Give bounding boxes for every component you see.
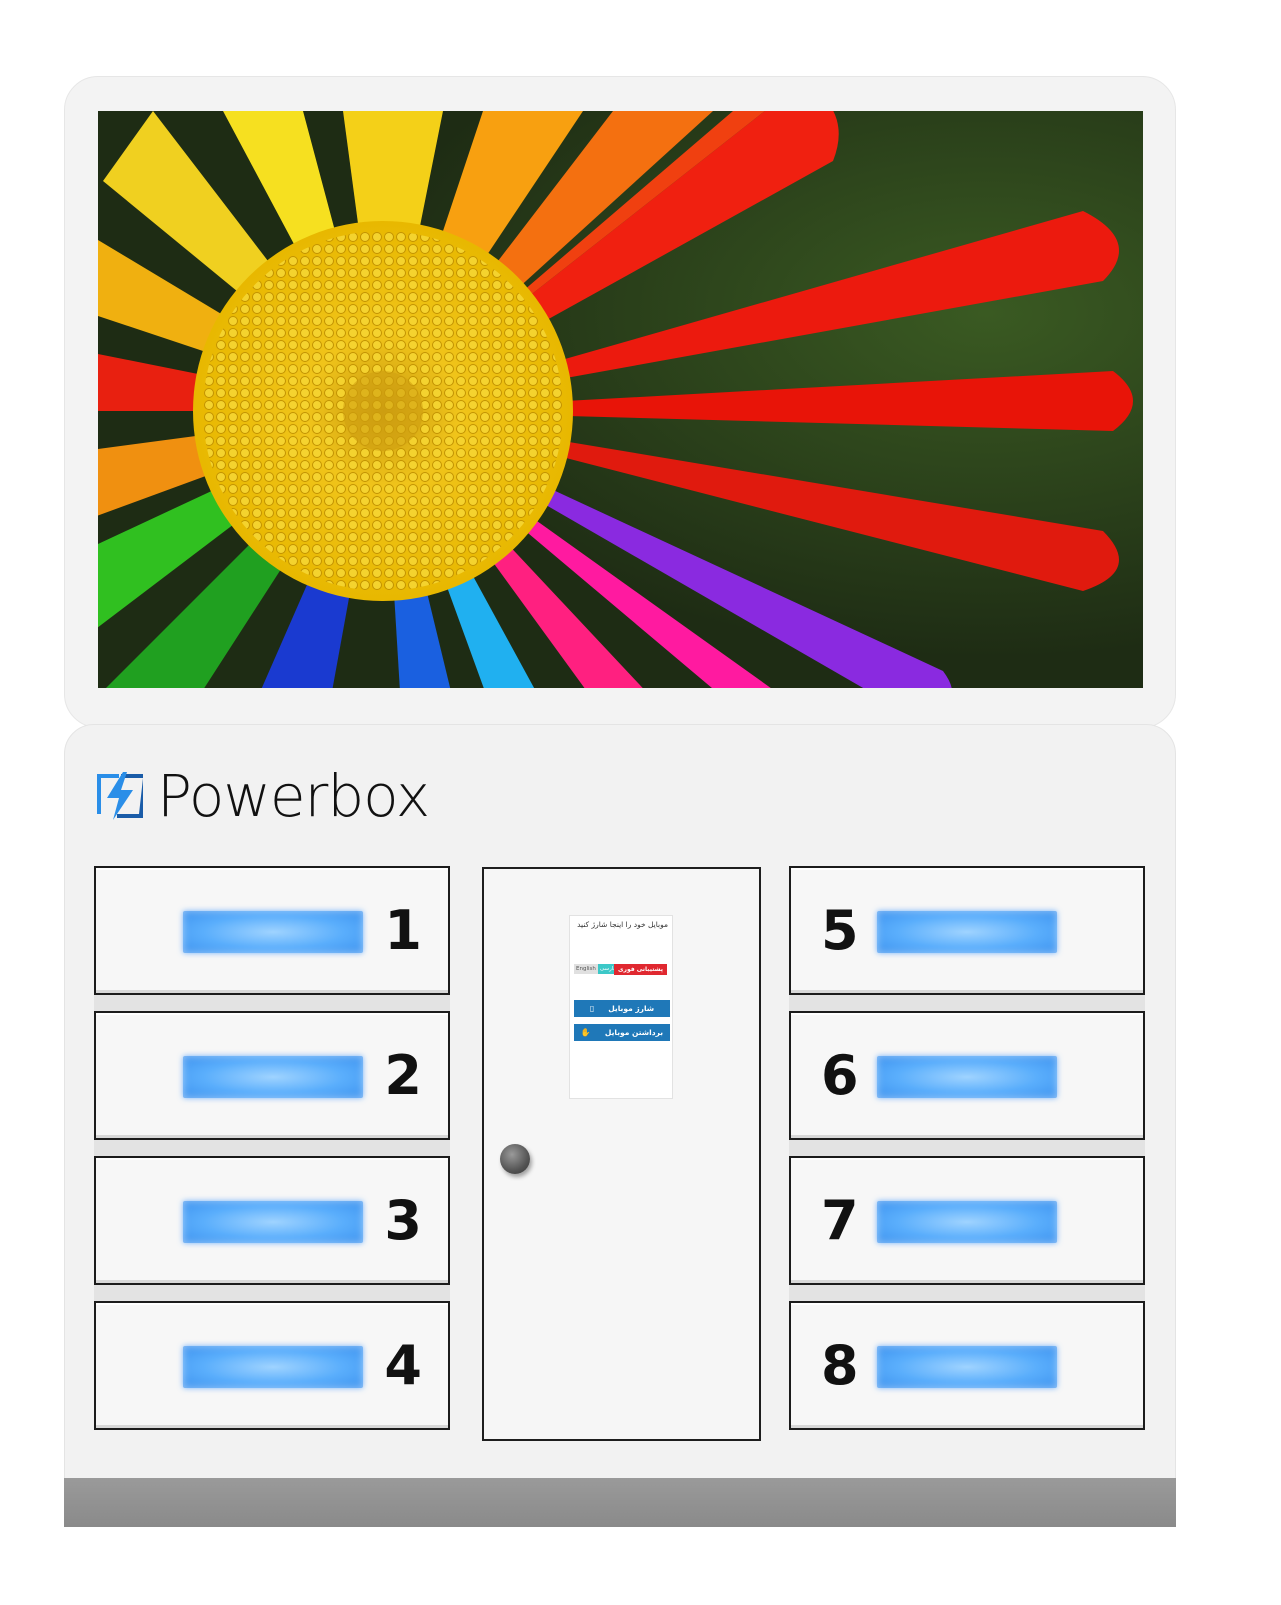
- locker-number: 5: [821, 899, 859, 962]
- center-door: موبایل خود را اینجا شارژ کنید English فا…: [482, 867, 761, 1441]
- locker-number: 3: [384, 1189, 422, 1252]
- language-switch: English فارسی: [574, 964, 619, 974]
- locker-4[interactable]: 4: [94, 1301, 450, 1430]
- locker-led: [877, 911, 1057, 953]
- locker-3[interactable]: 3: [94, 1156, 450, 1285]
- cabinet-base: [64, 1478, 1176, 1527]
- kiosk-screen: موبایل خود را اینجا شارژ کنید English فا…: [569, 915, 673, 1099]
- locker-5[interactable]: 5: [789, 866, 1145, 995]
- locker-number: 1: [384, 899, 422, 962]
- locker-divider: [94, 1140, 450, 1156]
- support-button[interactable]: پشتیبانی فوری: [613, 964, 667, 975]
- locker-led: [183, 1056, 363, 1098]
- lang-english-button[interactable]: English: [574, 964, 598, 974]
- locker-led: [183, 911, 363, 953]
- kiosk-title: موبایل خود را اینجا شارژ کنید: [577, 920, 668, 929]
- pickup-phone-button[interactable]: برداشتن موبایل ✋: [574, 1024, 670, 1041]
- locker-number: 4: [384, 1334, 422, 1397]
- charge-phone-label: شارژ موبایل: [608, 1004, 655, 1013]
- hand-pickup-icon: ✋: [580, 1028, 591, 1037]
- locker-led: [183, 1201, 363, 1243]
- charge-phone-button[interactable]: شارژ موبایل ▯: [574, 1000, 670, 1017]
- locker-8[interactable]: 8: [789, 1301, 1145, 1430]
- phone-charge-icon: ▯: [589, 1004, 595, 1013]
- locker-led: [877, 1201, 1057, 1243]
- locker-number: 7: [821, 1189, 859, 1252]
- locker-1[interactable]: 1: [94, 866, 450, 995]
- locker-2[interactable]: 2: [94, 1011, 450, 1140]
- locker-divider: [789, 1285, 1145, 1301]
- locker-number: 8: [821, 1334, 859, 1397]
- locker-7[interactable]: 7: [789, 1156, 1145, 1285]
- brand-name: Powerbox: [157, 762, 430, 830]
- locker-led: [877, 1056, 1057, 1098]
- locker-led: [877, 1346, 1057, 1388]
- display-housing: [64, 76, 1176, 728]
- brand-logo: Powerbox: [93, 762, 430, 830]
- lightning-logo-icon: [97, 772, 143, 820]
- locker-divider: [94, 1285, 450, 1301]
- locker-led: [183, 1346, 363, 1388]
- locker-divider: [94, 995, 450, 1011]
- advertising-screen: [98, 111, 1143, 688]
- locker-6[interactable]: 6: [789, 1011, 1145, 1140]
- door-knob: [500, 1144, 530, 1174]
- locker-divider: [789, 1140, 1145, 1156]
- locker-number: 2: [384, 1044, 422, 1107]
- flower-image: [98, 111, 1143, 688]
- locker-number: 6: [821, 1044, 859, 1107]
- pickup-phone-label: برداشتن موبایل: [604, 1028, 664, 1037]
- locker-divider: [789, 995, 1145, 1011]
